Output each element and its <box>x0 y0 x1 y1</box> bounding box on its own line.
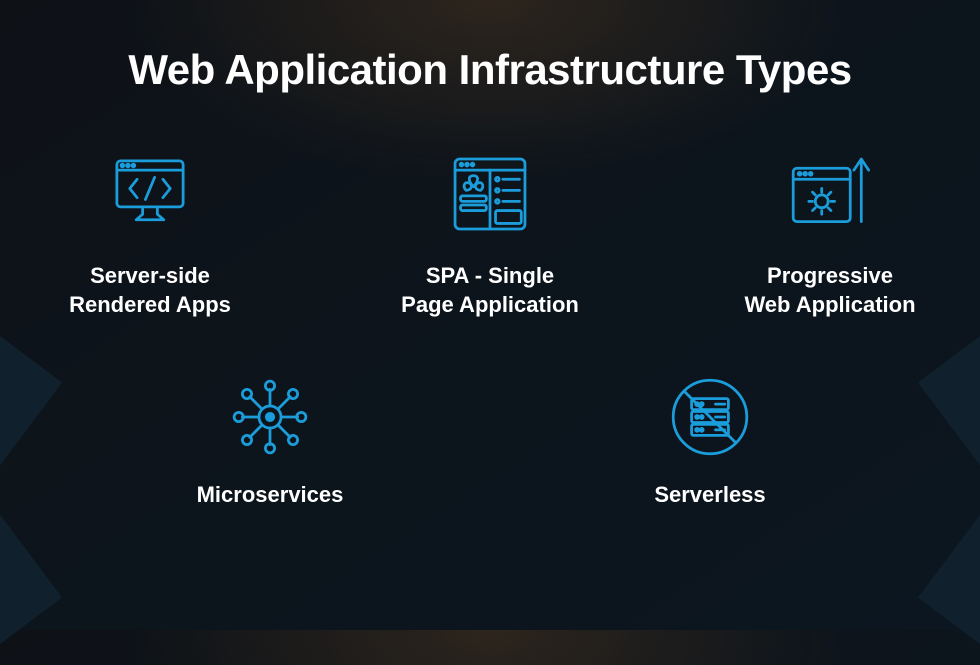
item-spa-label: SPA - Single Page Application <box>401 262 579 319</box>
network-nodes-icon <box>220 367 320 467</box>
item-ssr: Server-side Rendered Apps <box>40 144 260 319</box>
item-serverless-label: Serverless <box>654 481 765 510</box>
server-disabled-icon <box>660 367 760 467</box>
item-microservices: Microservices <box>160 367 380 510</box>
item-microservices-label: Microservices <box>197 481 344 510</box>
browser-layout-icon <box>440 144 540 244</box>
item-pwa-label: Progressive Web Application <box>744 262 915 319</box>
item-pwa: Progressive Web Application <box>720 144 940 319</box>
browser-gear-arrow-icon <box>780 144 880 244</box>
item-ssr-label: Server-side Rendered Apps <box>69 262 231 319</box>
item-spa: SPA - Single Page Application <box>380 144 600 319</box>
item-serverless: Serverless <box>600 367 820 510</box>
row-top: Server-side Rendered Apps S <box>0 144 980 319</box>
row-bottom: Microservices Serverless <box>0 367 980 510</box>
monitor-code-icon <box>100 144 200 244</box>
page-title: Web Application Infrastructure Types <box>0 0 980 94</box>
